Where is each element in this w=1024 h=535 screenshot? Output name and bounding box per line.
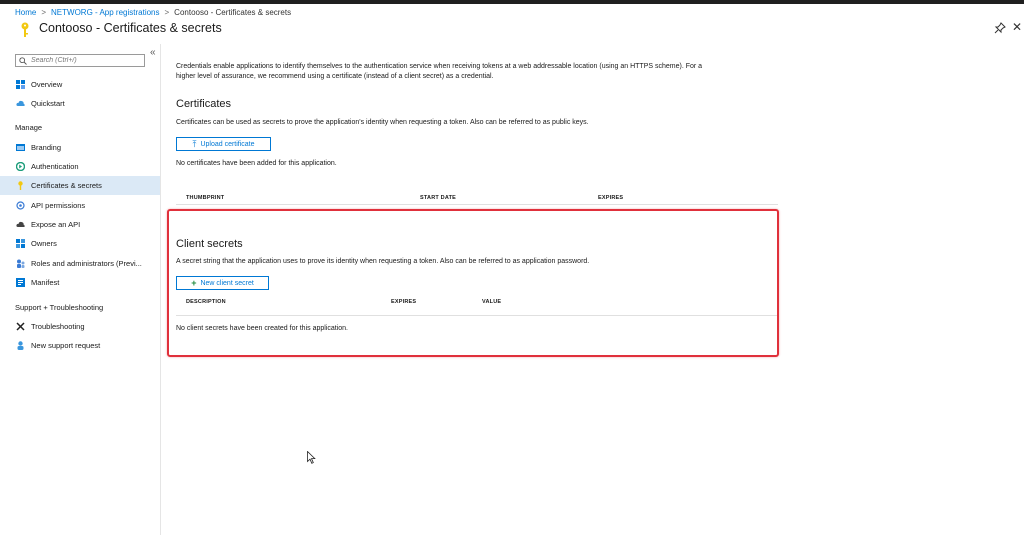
sidebar-item-label: Certificates & secrets (31, 181, 102, 190)
cloud-api-icon (16, 220, 25, 229)
breadcrumb-home[interactable]: Home (15, 8, 36, 17)
wrench-icon (16, 322, 25, 331)
sidebar-item-label: Troubleshooting (31, 322, 85, 331)
branding-icon (16, 143, 25, 152)
search-icon (19, 56, 27, 65)
sidebar-item-label: New support request (31, 341, 101, 350)
breadcrumb-separator: > (164, 7, 170, 17)
key-icon (16, 181, 25, 190)
manage-section-heading: Manage (15, 123, 43, 132)
grid-icon (16, 80, 25, 89)
blade-header: Contooso - Certificates & secrets ✕ (0, 18, 1024, 42)
upload-icon: ⤒ (192, 138, 197, 149)
sidebar-item-manifest[interactable]: Manifest (0, 273, 160, 292)
sidebar-item-owners[interactable]: Owners (0, 234, 160, 253)
col-start-date[interactable]: START DATE (420, 195, 456, 201)
sidebar-item-expose-an-api[interactable]: Expose an API (0, 215, 160, 234)
upload-certificate-label: Upload certificate (200, 140, 255, 148)
api-permissions-icon (16, 201, 25, 210)
search-input[interactable] (31, 57, 141, 64)
sidebar-item-new-support-request[interactable]: New support request (0, 336, 160, 355)
sidebar-item-roles-and-administrators[interactable]: Roles and administrators (Previ... (0, 254, 160, 273)
certificates-heading: Certificates (176, 98, 232, 110)
intro-line-1: Credentials enable applications to ident… (176, 63, 703, 70)
breadcrumb-app-registrations[interactable]: NETWORG - App registrations (51, 8, 159, 17)
sidebar-item-label: Authentication (31, 162, 79, 171)
col-thumbprint[interactable]: THUMBPRINT (186, 195, 224, 201)
upload-certificate-button[interactable]: ⤒ Upload certificate (176, 137, 271, 151)
collapse-sidebar-icon[interactable]: « (150, 47, 156, 58)
sidebar-item-label: API permissions (31, 201, 86, 210)
breadcrumb: Home > NETWORG - App registrations > Con… (15, 6, 291, 18)
close-icon[interactable]: ✕ (1012, 21, 1024, 33)
no-certificates-message: No certificates have been added for this… (176, 160, 337, 167)
key-icon (21, 22, 29, 37)
mouse-pointer-icon (307, 451, 316, 464)
sidebar-item-label: Overview (31, 80, 63, 89)
sidebar-item-label: Owners (31, 239, 57, 248)
sidebar-item-label: Quickstart (31, 99, 65, 108)
client-secrets-highlight-box (167, 209, 779, 357)
breadcrumb-separator: > (41, 7, 47, 17)
credentials-intro: Credentials enable applications to ident… (176, 62, 776, 82)
sidebar-item-overview[interactable]: Overview (0, 75, 160, 94)
search-box[interactable] (15, 54, 145, 67)
sidebar: « Overview Quickstart Manage Branding Au… (0, 44, 161, 535)
sidebar-item-authentication[interactable]: Authentication (0, 157, 160, 176)
sidebar-item-label: Branding (31, 143, 62, 152)
support-section-heading: Support + Troubleshooting (15, 303, 104, 312)
authentication-icon (16, 162, 25, 171)
manifest-icon (16, 278, 25, 287)
intro-line-2: higher level of assurance, we recommend … (176, 73, 494, 80)
sidebar-item-branding[interactable]: Branding (0, 138, 160, 157)
sidebar-item-troubleshooting[interactable]: Troubleshooting (0, 317, 160, 336)
sidebar-item-certificates-secrets[interactable]: Certificates & secrets (0, 176, 160, 195)
breadcrumb-current: Contooso - Certificates & secrets (174, 7, 292, 17)
certificates-description: Certificates can be used as secrets to p… (176, 119, 589, 126)
certificates-table-divider (176, 204, 778, 205)
col-expires[interactable]: EXPIRES (598, 195, 623, 201)
top-dark-strip (0, 0, 1024, 4)
pin-icon[interactable] (994, 22, 1006, 34)
sidebar-item-label: Expose an API (31, 220, 81, 229)
sidebar-item-label: Manifest (31, 278, 60, 287)
page-title: Contooso - Certificates & secrets (39, 21, 222, 35)
support-person-icon (16, 341, 25, 350)
cloud-icon (16, 99, 25, 108)
sidebar-item-api-permissions[interactable]: API permissions (0, 196, 160, 215)
sidebar-item-quickstart[interactable]: Quickstart (0, 94, 160, 113)
roles-icon (16, 259, 25, 268)
owners-icon (16, 239, 25, 248)
sidebar-item-label: Roles and administrators (Previ... (31, 259, 142, 268)
